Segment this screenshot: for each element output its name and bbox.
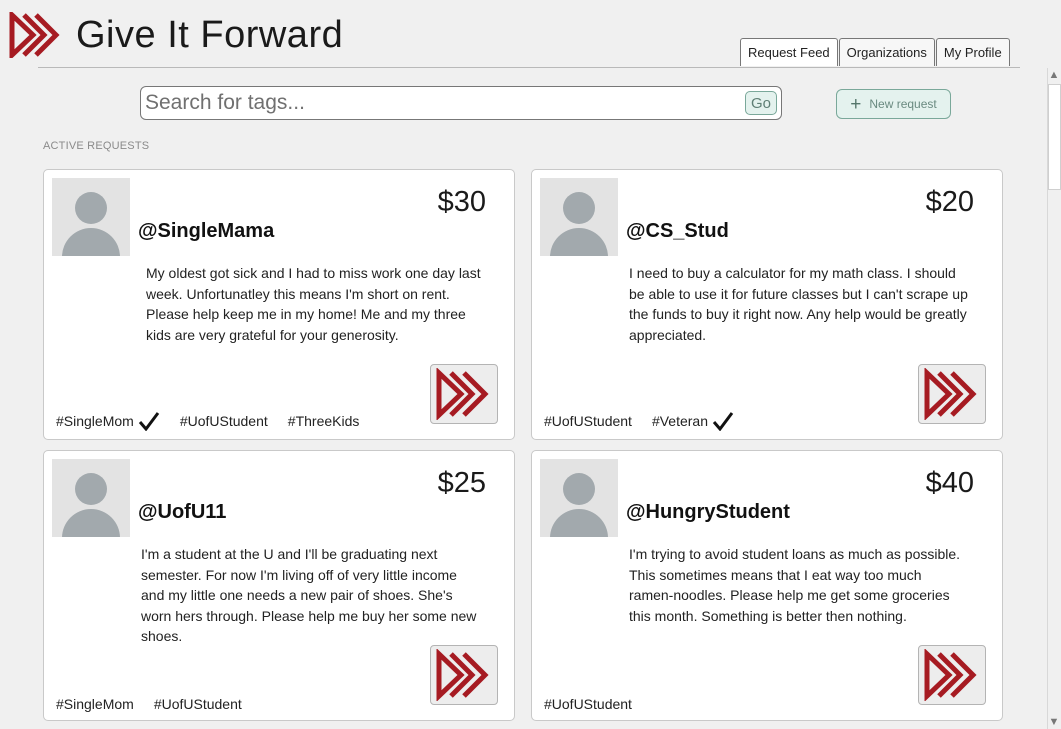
search-bar: Go — [140, 86, 782, 120]
tag-list: #SingleMom #UofUStudent #ThreeKids — [56, 411, 379, 431]
checkmark-icon — [138, 412, 160, 431]
logo-icon — [9, 12, 60, 58]
give-forward-button[interactable] — [430, 645, 498, 705]
request-amount: $30 — [437, 186, 486, 218]
avatar — [540, 459, 618, 537]
request-card: @SingleMama $30 My oldest got sick and I… — [43, 169, 515, 440]
request-description: I'm a student at the U and I'll be gradu… — [141, 546, 477, 644]
scroll-up-icon[interactable]: ▲ — [1047, 68, 1061, 82]
section-label: ACTIVE REQUESTS — [43, 140, 150, 152]
tag[interactable]: #UofUStudent — [544, 696, 632, 712]
tag[interactable]: #UofUStudent — [544, 413, 632, 429]
request-card: @UofU11 $25 I'm a student at the U and I… — [43, 450, 515, 721]
request-amount: $25 — [437, 467, 486, 499]
header-divider — [38, 67, 1020, 68]
request-card: @CS_Stud $20 I need to buy a calculator … — [531, 169, 1003, 440]
give-forward-button[interactable] — [918, 364, 986, 424]
request-description: My oldest got sick and I had to miss wor… — [146, 265, 481, 343]
tag[interactable]: #SingleMom — [56, 696, 134, 712]
username[interactable]: @UofU11 — [138, 501, 226, 524]
tag-label: #SingleMom — [56, 696, 134, 712]
give-forward-icon — [436, 649, 489, 701]
scroll-down-icon[interactable]: ▼ — [1047, 715, 1061, 729]
tag[interactable]: #Veteran — [652, 411, 734, 431]
plus-icon: + — [850, 93, 862, 115]
give-forward-button[interactable] — [918, 645, 986, 705]
avatar — [540, 178, 618, 256]
request-description: I need to buy a calculator for my math c… — [629, 265, 968, 343]
request-amount: $20 — [925, 186, 974, 218]
tag-label: #Veteran — [651, 413, 709, 429]
tag-list: #SingleMom #UofUStudent — [56, 696, 262, 712]
tag-label: #UofUStudent — [544, 413, 632, 429]
request-amount: $40 — [925, 467, 974, 499]
tag-list: #UofUStudent #Veteran — [544, 411, 754, 431]
tag-label: #ThreeKids — [287, 413, 360, 429]
tag[interactable]: #ThreeKids — [288, 413, 360, 429]
new-request-button[interactable]: + New request — [836, 89, 951, 119]
tag-label: #SingleMom — [56, 413, 134, 429]
username[interactable]: @HungryStudent — [626, 501, 790, 524]
give-forward-icon — [436, 368, 489, 420]
avatar — [52, 178, 130, 256]
search-go-button[interactable]: Go — [745, 91, 777, 115]
new-request-label: New request — [869, 97, 937, 111]
tag-list: #UofUStudent — [544, 696, 652, 712]
tag-label: #UofUStudent — [179, 413, 268, 429]
request-description: I'm trying to avoid student loans as muc… — [629, 546, 961, 624]
username[interactable]: @SingleMama — [138, 220, 274, 243]
tab-organizations[interactable]: Organizations — [838, 38, 935, 66]
tab-request-feed[interactable]: Request Feed — [740, 38, 838, 66]
tag[interactable]: #SingleMom — [56, 411, 160, 431]
tag[interactable]: #UofUStudent — [154, 696, 242, 712]
search-input[interactable] — [145, 89, 735, 117]
scrollbar-thumb[interactable] — [1048, 84, 1061, 190]
give-forward-icon — [924, 368, 977, 420]
checkmark-icon — [712, 412, 734, 431]
give-forward-button[interactable] — [430, 364, 498, 424]
app-title: Give It Forward — [76, 14, 344, 56]
tag[interactable]: #UofUStudent — [180, 413, 268, 429]
tag-label: #UofUStudent — [544, 696, 632, 712]
request-card: @HungryStudent $40 I'm trying to avoid s… — [531, 450, 1003, 721]
avatar — [52, 459, 130, 537]
tab-my-profile[interactable]: My Profile — [935, 38, 1010, 66]
username[interactable]: @CS_Stud — [626, 220, 729, 243]
give-forward-icon — [924, 649, 977, 701]
tag-label: #UofUStudent — [153, 696, 242, 712]
nav-tabs: Request Feed Organizations My Profile — [740, 38, 1011, 66]
